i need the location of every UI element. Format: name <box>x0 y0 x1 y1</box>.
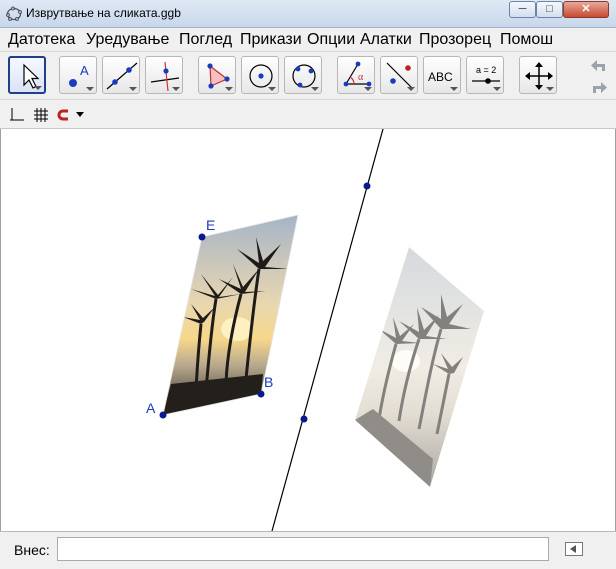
tool-angle[interactable]: α <box>337 56 375 94</box>
axes-icon[interactable] <box>9 107 25 123</box>
graphics-canvas[interactable]: E B A <box>1 128 616 532</box>
point-a-label: A <box>146 400 156 416</box>
maximize-button[interactable]: □ <box>536 1 563 18</box>
point-b-label: B <box>264 374 273 390</box>
tool-reflect[interactable] <box>380 56 418 94</box>
input-label: Внес: <box>14 542 50 558</box>
style-bar <box>0 100 616 129</box>
tool-move[interactable] <box>8 56 46 94</box>
tool-circle-three-points[interactable] <box>284 56 322 94</box>
chevron-down-icon[interactable] <box>76 112 84 118</box>
svg-text:A: A <box>80 63 89 78</box>
window-title: Изврутвање на сликата.ggb <box>26 6 181 20</box>
tool-line[interactable] <box>102 56 140 94</box>
reflected-image[interactable] <box>355 247 484 487</box>
line-point-upper[interactable] <box>363 182 371 190</box>
input-field[interactable] <box>57 537 549 561</box>
graphics-view[interactable]: E B A <box>0 128 616 532</box>
point-e[interactable] <box>198 233 206 241</box>
tool-circle-center[interactable] <box>241 56 279 94</box>
menu-file[interactable]: Датотека <box>8 31 75 49</box>
point-capturing-magnet-icon[interactable] <box>57 108 71 122</box>
menu-bar: Датотека Уредување Поглед Прикази Опции … <box>0 28 616 52</box>
tool-polygon[interactable] <box>198 56 236 94</box>
tool-point[interactable]: A <box>59 56 97 94</box>
grid-icon[interactable] <box>33 107 49 123</box>
tool-slider[interactable]: a = 2 <box>466 56 504 94</box>
tool-move-graphics-view[interactable] <box>519 56 557 94</box>
move-arrow-icon <box>23 63 40 89</box>
input-help-icon[interactable] <box>565 542 583 556</box>
svg-text:α: α <box>358 72 364 83</box>
geogebra-app-icon <box>6 6 22 21</box>
undo-icon[interactable] <box>588 56 610 74</box>
original-image[interactable] <box>163 215 298 415</box>
menu-tools[interactable]: Алатки <box>360 31 412 49</box>
menu-perspectives[interactable]: Прикази <box>240 31 302 49</box>
menu-edit[interactable]: Уредување <box>86 31 169 49</box>
menu-help[interactable]: Помош <box>500 31 553 49</box>
menu-options[interactable]: Опции <box>307 31 355 49</box>
redo-icon[interactable] <box>588 78 610 96</box>
minimize-button[interactable]: ─ <box>509 1 536 18</box>
point-b[interactable] <box>257 390 265 398</box>
close-button[interactable]: ✕ <box>563 1 609 18</box>
svg-text:a = 2: a = 2 <box>476 65 496 75</box>
toolbar: A α ABC a = 2 <box>0 52 616 100</box>
point-a[interactable] <box>159 411 167 419</box>
point-e-label: E <box>206 217 215 233</box>
tool-text[interactable]: ABC <box>423 56 461 94</box>
menu-window[interactable]: Прозорец <box>419 31 491 49</box>
window-titlebar: Изврутвање на сликата.ggb ─ □ ✕ <box>0 0 616 28</box>
input-bar: Внес: <box>0 531 616 569</box>
line-point-lower[interactable] <box>300 415 308 423</box>
svg-text:ABC: ABC <box>428 70 453 84</box>
menu-view[interactable]: Поглед <box>179 31 232 49</box>
tool-perpendicular[interactable] <box>145 56 183 94</box>
